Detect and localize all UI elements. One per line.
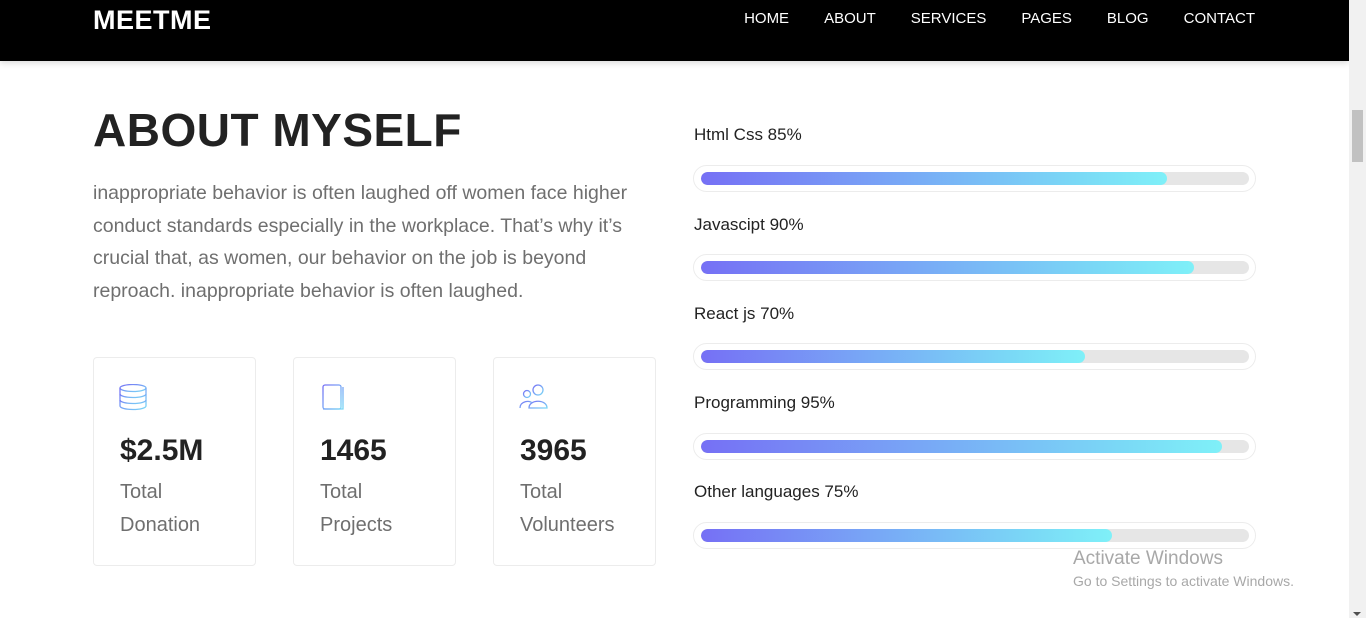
stat-card-volunteers: 3965 Total Volunteers [493, 357, 656, 566]
vertical-scrollbar[interactable] [1349, 0, 1366, 618]
nav-blog[interactable]: BLOG [1107, 10, 1149, 28]
progress-fill [701, 350, 1085, 363]
stat-label-line1: Total [120, 481, 163, 503]
progress-track [701, 440, 1249, 453]
skill-bar-html-css [693, 165, 1256, 192]
progress-fill [701, 261, 1195, 274]
stat-value: 1465 [320, 434, 387, 467]
activate-windows-watermark: Activate Windows Go to Settings to activ… [1073, 548, 1294, 589]
progress-track [701, 261, 1249, 274]
stat-label-line2: Donation [120, 514, 201, 536]
skill-bar-react [693, 343, 1256, 370]
skill-label-other-languages: Other languages 75% [694, 482, 859, 501]
watermark-title: Activate Windows [1073, 548, 1223, 569]
users-icon [519, 384, 548, 409]
skill-label-html-css: Html Css 85% [694, 125, 802, 144]
progress-fill [701, 440, 1222, 453]
stat-label: Total Projects [320, 476, 440, 542]
about-title: ABOUT MYSELF [93, 104, 462, 156]
main-nav: HOME ABOUT SERVICES PAGES BLOG CONTACT [709, 10, 1255, 28]
stat-label-line1: Total [320, 481, 363, 503]
nav-pages[interactable]: PAGES [1021, 10, 1072, 28]
skill-label-javascript: Javascipt 90% [694, 215, 804, 234]
skill-label-programming: Programming 95% [694, 393, 835, 412]
stat-label: Total Volunteers [520, 476, 640, 542]
nav-contact[interactable]: CONTACT [1184, 10, 1255, 28]
site-logo[interactable]: MEETME [93, 5, 212, 36]
stat-value: $2.5M [120, 434, 204, 467]
progress-fill [701, 172, 1167, 185]
progress-fill [701, 529, 1112, 542]
site-header: MEETME HOME ABOUT SERVICES PAGES BLOG CO… [0, 0, 1349, 61]
skill-bar-javascript [693, 254, 1256, 281]
progress-track [701, 529, 1249, 542]
nav-home[interactable]: HOME [744, 10, 789, 28]
scroll-down-arrow-icon[interactable] [1353, 612, 1361, 616]
progress-track [701, 350, 1249, 363]
skill-label-react: React js 70% [694, 304, 795, 323]
nav-services[interactable]: SERVICES [911, 10, 987, 28]
progress-track [701, 172, 1249, 185]
stat-value: 3965 [520, 434, 587, 467]
stat-card-projects: 1465 Total Projects [293, 357, 456, 566]
nav-about[interactable]: ABOUT [824, 10, 876, 28]
stat-label-line2: Volunteers [520, 514, 615, 536]
book-icon [322, 384, 344, 410]
stat-label: Total Donation [120, 476, 240, 542]
skill-bar-other-languages [693, 522, 1256, 549]
stat-label-line2: Projects [320, 514, 393, 536]
stat-card-donation: $2.5M Total Donation [93, 357, 256, 566]
skill-bar-programming [693, 433, 1256, 460]
page: MEETME HOME ABOUT SERVICES PAGES BLOG CO… [0, 0, 1366, 618]
watermark-subtitle: Go to Settings to activate Windows. [1073, 573, 1294, 589]
stat-label-line1: Total [520, 481, 563, 503]
about-paragraph: inappropriate behavior is often laughed … [93, 182, 628, 302]
scrollbar-thumb[interactable] [1352, 110, 1363, 162]
database-icon [119, 384, 147, 411]
